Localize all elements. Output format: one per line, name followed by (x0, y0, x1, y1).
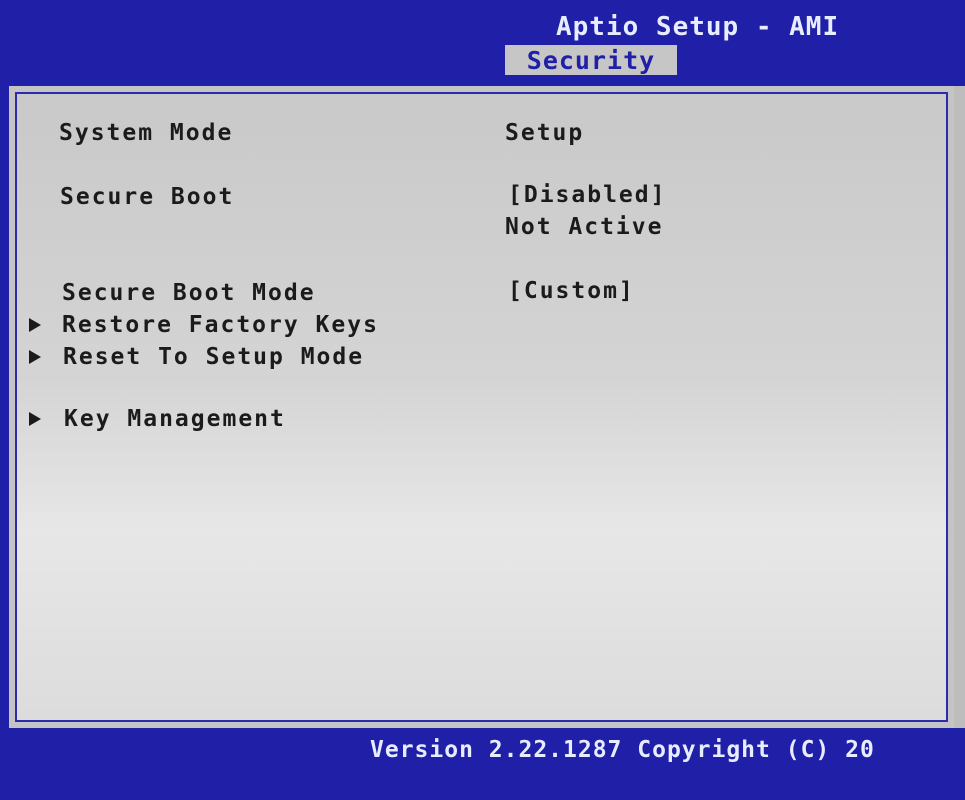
app-title: Aptio Setup - AMI (556, 12, 840, 42)
secure-boot-label: Secure Boot (60, 184, 235, 210)
tab-security[interactable]: Security (505, 45, 677, 75)
system-mode-label: System Mode (59, 120, 234, 146)
submenu-arrow-icon (29, 350, 41, 364)
secure-boot-value[interactable]: [Disabled] (508, 182, 666, 208)
secure-boot-mode-label: Secure Boot Mode (62, 280, 316, 306)
reset-to-setup-mode-item[interactable]: Reset To Setup Mode (63, 344, 364, 370)
settings-list: System Mode Setup Secure Boot [Disabled]… (15, 92, 948, 722)
bios-screen: Aptio Setup - AMI Security System Mode S… (0, 0, 965, 800)
version-text: Version 2.22.1287 Copyright (C) 20 (370, 737, 875, 763)
tab-bar: Security (0, 45, 965, 75)
secure-boot-status: Not Active (505, 214, 664, 240)
submenu-arrow-icon (29, 318, 41, 332)
submenu-arrow-icon (29, 412, 41, 426)
restore-factory-keys-item[interactable]: Restore Factory Keys (62, 312, 379, 338)
key-management-item[interactable]: Key Management (64, 406, 286, 432)
main-panel: System Mode Setup Secure Boot [Disabled]… (9, 86, 954, 728)
help-panel-edge (954, 86, 965, 728)
system-mode-value: Setup (505, 120, 585, 146)
secure-boot-mode-value[interactable]: [Custom] (508, 278, 635, 304)
